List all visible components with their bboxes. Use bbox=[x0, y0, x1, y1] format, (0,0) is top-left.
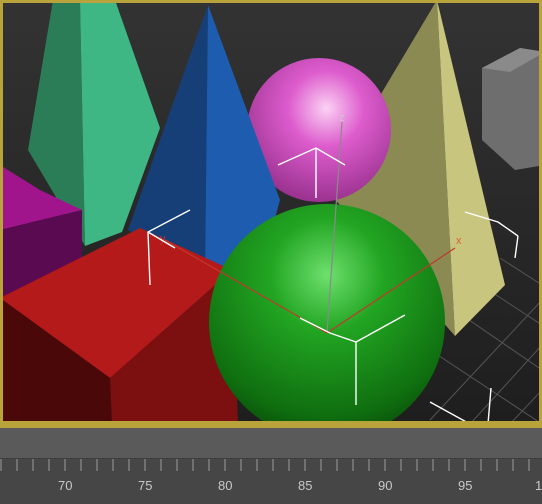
frame-label-70: 70 bbox=[58, 478, 72, 493]
timeline-ruler-canvas: 70 75 80 85 90 95 1 bbox=[0, 459, 542, 493]
time-slider-track[interactable] bbox=[0, 428, 542, 459]
frame-label-90: 90 bbox=[378, 478, 392, 493]
gizmo-z-label: z bbox=[339, 112, 345, 124]
frame-label-100: 1 bbox=[535, 478, 542, 493]
frame-label-75: 75 bbox=[138, 478, 152, 493]
frame-label-95: 95 bbox=[458, 478, 472, 493]
perspective-viewport[interactable]: z x y bbox=[0, 0, 542, 424]
frame-label-80: 80 bbox=[218, 478, 232, 493]
scene-canvas[interactable]: z x y bbox=[0, 0, 542, 424]
app-window: z x y 70 75 80 85 90 95 1 bbox=[0, 0, 542, 504]
gizmo-x-label: x bbox=[456, 235, 462, 247]
frame-label-85: 85 bbox=[298, 478, 312, 493]
timeline-ruler[interactable]: 70 75 80 85 90 95 1 bbox=[0, 459, 542, 504]
